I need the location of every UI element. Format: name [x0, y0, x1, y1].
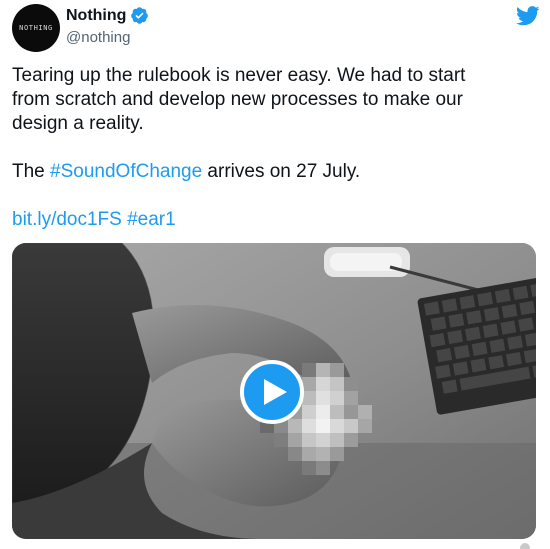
tweet-text: Tearing up the rulebook is never easy. W…	[12, 64, 532, 232]
avatar-logo-text: NOTHING	[19, 24, 53, 32]
play-button[interactable]	[240, 360, 304, 424]
avatar[interactable]: NOTHING	[12, 4, 60, 52]
scroll-indicator	[520, 543, 530, 549]
twitter-bird-icon[interactable]	[516, 6, 540, 26]
tweet-text-fragment: The	[12, 161, 51, 182]
tweet-card: NOTHING Nothing @nothing Tearing up the …	[0, 0, 550, 549]
hashtag-link[interactable]: #ear1	[127, 209, 176, 230]
url-link[interactable]: bit.ly/doc1FS	[12, 209, 122, 230]
tweet-text-fragment: arrives on 27 July.	[202, 161, 361, 182]
verified-badge-icon	[131, 7, 149, 24]
tweet-paragraph-1: Tearing up the rulebook is never easy. W…	[12, 64, 532, 136]
tweet-line: design a reality.	[12, 113, 144, 134]
hashtag-link[interactable]: #SoundOfChange	[50, 161, 202, 182]
tweet-paragraph-2: The #SoundOfChange arrives on 27 July.	[12, 160, 532, 184]
play-icon	[263, 379, 287, 405]
handle[interactable]: @nothing	[66, 29, 130, 46]
tweet-paragraph-3: bit.ly/doc1FS #ear1	[12, 208, 532, 232]
tweet-line: Tearing up the rulebook is never easy. W…	[12, 65, 466, 86]
tweet-line: from scratch and develop new processes t…	[12, 89, 463, 110]
video-media[interactable]	[12, 243, 536, 539]
display-name[interactable]: Nothing	[66, 7, 126, 25]
author-name-row: Nothing	[66, 6, 149, 25]
